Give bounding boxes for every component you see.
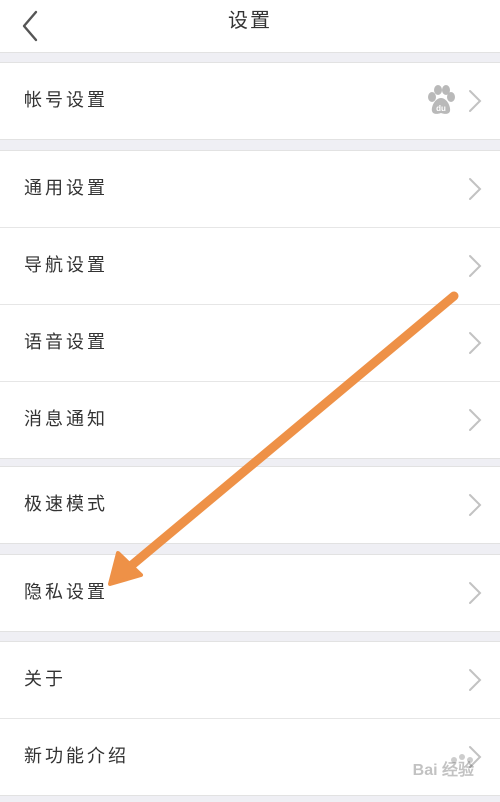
settings-row-account[interactable]: 帐号设置 du <box>0 63 500 139</box>
chevron-right-icon <box>469 178 482 200</box>
settings-row-label: 隐私设置 <box>24 582 108 603</box>
settings-row-speed-mode[interactable]: 极速模式 <box>0 467 500 543</box>
watermark-text: Bai 经验 <box>412 762 474 779</box>
chevron-right-icon <box>469 409 482 431</box>
chevron-right-icon <box>469 90 482 112</box>
chevron-right-icon <box>469 332 482 354</box>
general-group: 通用设置 导航设置 语音设置 消息通知 <box>0 150 500 459</box>
baidu-paw-icon: du <box>428 85 455 114</box>
settings-row-privacy[interactable]: 隐私设置 <box>0 555 500 631</box>
settings-row-label: 语音设置 <box>24 332 108 353</box>
settings-row-label: 新功能介绍 <box>24 746 129 767</box>
privacy-group: 隐私设置 <box>0 554 500 632</box>
settings-row-label: 关于 <box>24 669 66 690</box>
settings-row-label: 消息通知 <box>24 409 108 430</box>
chevron-right-icon <box>469 494 482 516</box>
account-group: 帐号设置 du <box>0 62 500 140</box>
settings-row-label: 导航设置 <box>24 255 108 276</box>
page-title: 设置 <box>228 8 272 32</box>
speed-group: 极速模式 <box>0 466 500 544</box>
settings-row-notifications[interactable]: 消息通知 <box>0 382 500 458</box>
settings-row-label: 帐号设置 <box>24 90 108 111</box>
settings-row-voice[interactable]: 语音设置 <box>0 305 500 382</box>
settings-row-about[interactable]: 关于 <box>0 642 500 719</box>
settings-row-navigation[interactable]: 导航设置 <box>0 228 500 305</box>
chevron-right-icon <box>469 669 482 691</box>
top-bar: 设置 <box>0 0 500 53</box>
chevron-right-icon <box>469 582 482 604</box>
settings-row-general[interactable]: 通用设置 <box>0 151 500 228</box>
svg-text:du: du <box>436 104 446 113</box>
settings-row-label: 极速模式 <box>24 494 108 515</box>
chevron-right-icon <box>469 255 482 277</box>
settings-row-label: 通用设置 <box>24 178 108 199</box>
